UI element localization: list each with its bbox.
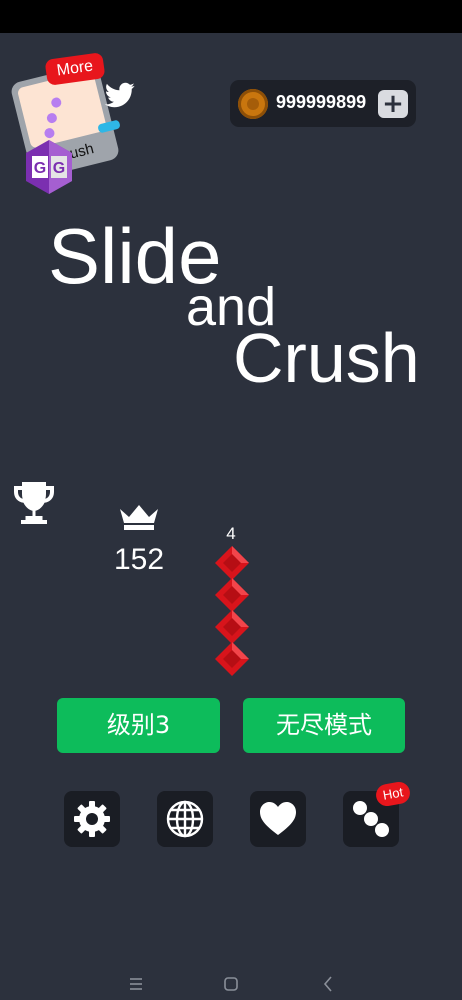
title-crush: Crush [233,319,420,397]
red-gem-icon [215,610,249,644]
gg-app-icon[interactable]: G G [24,138,74,196]
recent-apps-icon[interactable] [122,972,150,996]
best-score: 152 [113,543,165,576]
language-button[interactable] [157,791,213,847]
globe-icon [166,800,204,838]
trophy-icon[interactable] [10,478,58,526]
settings-button[interactable] [64,791,120,847]
coin-balance: 999999899 + [230,80,416,127]
gg-label-left: G [34,160,46,177]
coin-amount: 999999899 [276,92,367,112]
twitter-bird-icon[interactable] [104,82,136,110]
gear-icon [74,801,110,837]
favorite-button[interactable] [250,791,306,847]
promo-dot [50,96,63,109]
gg-label-right: G [53,160,65,177]
home-icon[interactable] [217,972,245,996]
status-bar [0,0,462,33]
heart-icon [260,802,296,835]
red-gem-icon [215,546,249,580]
add-coins-button[interactable]: + [378,90,408,118]
endless-mode-button[interactable]: 无尽模式 [243,698,405,753]
back-icon[interactable] [314,972,342,996]
gem-count: 4 [226,524,236,543]
level-mode-button[interactable]: 级别3 [57,698,220,753]
red-gem-icon [215,642,249,676]
coin-icon [238,89,268,119]
more-games-promo[interactable]: Crush More G G [9,50,136,200]
promo-dot [45,112,58,125]
red-gem-icon [215,578,249,612]
hot-badge: Hot [374,780,412,808]
crown-icon [120,505,158,530]
navigation-bar [0,968,462,1000]
